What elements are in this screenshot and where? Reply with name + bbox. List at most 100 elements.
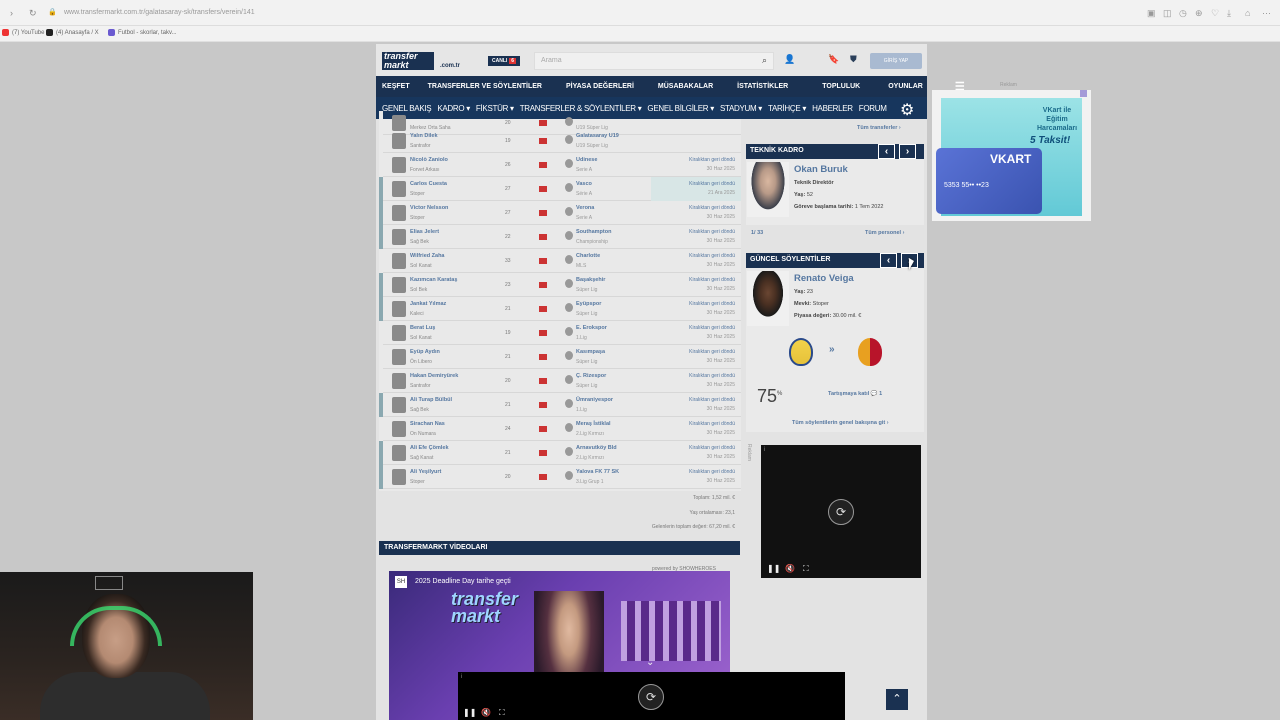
transfer-status[interactable]: Kiralıktan geri döndü xyxy=(689,277,735,283)
player-name[interactable]: Wilfried Zaha xyxy=(410,253,444,259)
table-row[interactable]: Hakan Demiryürek Santrafor 20 Ç. Rizespor Sü… xyxy=(379,369,741,393)
transfer-status[interactable]: Kiralıktan geri döndü xyxy=(689,469,735,475)
favorite-icon[interactable]: ♡ xyxy=(1211,8,1219,19)
player-name[interactable]: Ali Turap Bülbül xyxy=(410,397,452,403)
subnav-history[interactable]: TARİHÇE ▾ xyxy=(768,104,806,113)
transfer-status[interactable]: Kiralıktan geri döndü xyxy=(689,421,735,427)
player-name[interactable]: Kazımcan Karataş xyxy=(410,277,457,283)
transfermarkt-logo[interactable]: transfer markt .com.tr xyxy=(382,52,460,70)
live-button[interactable]: CANLI 6 xyxy=(488,56,521,66)
table-row[interactable]: Ali Yeşilyurt Stoper 20 Yalova FK 77 SK 3.Li… xyxy=(379,465,741,489)
ad-video-player[interactable]: i ⟳ ❚❚ 🔇 ⛶ xyxy=(761,445,921,578)
transfer-status[interactable]: Kiralıktan geri döndü xyxy=(689,205,735,211)
table-row[interactable]: Elias Jelert Sağ Bek 22 Southampton Champion… xyxy=(379,225,741,249)
player-name[interactable]: Ali Efe Çömlek xyxy=(410,445,449,451)
from-club-name[interactable]: Ümraniyespor xyxy=(576,397,613,403)
mute-icon[interactable]: 🔇 xyxy=(481,708,491,717)
reload-icon[interactable]: ↻ xyxy=(29,8,37,19)
from-club-name[interactable]: Ç. Rizespor xyxy=(576,373,606,379)
transfer-status[interactable]: Kiralıktan geri döndü xyxy=(689,157,735,163)
nav-statistics[interactable]: İSTATİSTİKLER xyxy=(737,83,788,90)
forward-icon[interactable]: › xyxy=(10,8,13,18)
from-club-name[interactable]: Udinese xyxy=(576,157,597,163)
from-club-name[interactable]: Kasımpaşa xyxy=(576,349,605,355)
table-row[interactable]: Kazımcan Karataş Sol Bek 23 Başakşehir Süper… xyxy=(379,273,741,297)
coach-name[interactable]: Okan Buruk xyxy=(794,164,848,175)
player-name[interactable]: Eyüp Aydın xyxy=(410,349,440,355)
player-name[interactable]: Carlos Cuesta xyxy=(410,181,447,187)
from-club-name[interactable]: Eyüpspor xyxy=(576,301,601,307)
from-club-name[interactable]: E. Erokspor xyxy=(576,325,607,331)
transfer-status[interactable]: Kiralıktan geri döndü xyxy=(689,181,735,187)
transfer-status[interactable]: Kiralıktan geri döndü xyxy=(689,253,735,259)
site-info-icon[interactable]: 🔒 xyxy=(48,8,57,16)
extensions-icon[interactable]: ⌂ xyxy=(1245,8,1250,18)
transfer-status[interactable]: Kiralıktan geri döndü xyxy=(689,373,735,379)
player-name[interactable]: Elias Jelert xyxy=(410,229,439,235)
table-row[interactable]: Berat Luş Sol Kanat 19 E. Erokspor 1.Lig Kira… xyxy=(379,321,741,345)
sticky-ad-player[interactable]: i ⟳ ❚❚ 🔇 ⛶ xyxy=(458,672,845,720)
from-club-name[interactable]: Southampton xyxy=(576,229,611,235)
info-icon[interactable]: i xyxy=(461,674,462,680)
login-button[interactable]: GİRİŞ YAP xyxy=(870,53,922,69)
transfer-status[interactable]: Kiralıktan geri döndü xyxy=(689,349,735,355)
mute-icon[interactable]: 🔇 xyxy=(785,564,795,573)
extension-icon[interactable]: ◫ xyxy=(1163,8,1172,19)
from-club-name[interactable]: Yalova FK 77 SK xyxy=(576,469,619,475)
transfer-status[interactable]: Kiralıktan geri döndü xyxy=(689,325,735,331)
fullscreen-icon[interactable]: ⛶ xyxy=(803,564,809,574)
from-club-name[interactable]: Vasco xyxy=(576,181,592,187)
table-row[interactable]: Ali Efe Çömlek Sağ Kanat 21 Arnavutköy Bld 2… xyxy=(379,441,741,465)
from-club-name[interactable]: Verona xyxy=(576,205,594,211)
extension-icon[interactable]: ⊕ xyxy=(1195,8,1203,19)
chevron-left-icon[interactable]: ‹ xyxy=(878,144,895,159)
user-icon[interactable]: 👤 xyxy=(784,54,795,65)
arrow-up-icon[interactable]: ⌃ xyxy=(886,689,908,710)
table-row[interactable]: Sirachan Nas On Numara 24 Meraş İstiklal 2.L… xyxy=(379,417,741,441)
extension-icon[interactable]: ◷ xyxy=(1179,8,1187,19)
table-row[interactable]: Ali Turap Bülbül Sağ Bek 21 Ümraniyespor 1.L… xyxy=(379,393,741,417)
table-row[interactable]: Victor Nelsson Stoper 27 Verona Serie A Kiral… xyxy=(379,201,741,225)
from-club-name[interactable]: Başakşehir xyxy=(576,277,605,283)
from-club-name[interactable]: Charlotte xyxy=(576,253,600,259)
transfer-status[interactable]: Kiralıktan geri döndü xyxy=(689,229,735,235)
galatasaray-crest[interactable] xyxy=(858,338,882,366)
pause-icon[interactable]: ❚❚ xyxy=(463,708,476,717)
nav-community[interactable]: TOPLULUK xyxy=(822,83,860,90)
from-club-name[interactable]: Meraş İstiklal xyxy=(576,421,611,427)
discuss-link[interactable]: Tartışmaya katıl 💬 1 xyxy=(828,391,882,397)
villarreal-crest[interactable] xyxy=(789,338,813,366)
shield-icon[interactable]: ⛊ xyxy=(850,54,857,65)
subnav-news[interactable]: HABERLER xyxy=(812,104,853,113)
all-staff-link[interactable]: Tüm personel › xyxy=(865,230,904,236)
player-name[interactable]: Nicolò Zaniolo xyxy=(410,157,448,163)
extension-icon[interactable]: ▣ xyxy=(1147,8,1156,19)
vkart-advertisement[interactable]: VKart ile Eğitim Harcamaları 5 Taksit! V… xyxy=(932,90,1091,221)
nav-discover[interactable]: KEŞFET xyxy=(382,83,410,90)
table-row[interactable]: Yalın Dilek Santrafor 19 Galatasaray U19 U19… xyxy=(379,129,741,153)
table-row[interactable]: Nicolò Zaniolo Forvet Arkası 26 Udinese Seri… xyxy=(379,153,741,177)
player-name[interactable]: Sirachan Nas xyxy=(410,421,445,427)
player-name[interactable]: Jankat Yılmaz xyxy=(410,301,446,307)
chevron-down-icon[interactable]: ⌄ xyxy=(646,657,654,668)
all-rumours-link[interactable]: Tüm söylentilerin genel bakışına git › xyxy=(792,420,889,426)
bookmark-football[interactable]: Futbol - skorlar, takv... xyxy=(108,29,177,36)
player-name[interactable]: Ali Yeşilyurt xyxy=(410,469,441,475)
replay-icon[interactable]: ⟳ xyxy=(638,684,664,710)
nav-games[interactable]: OYUNLAR xyxy=(888,83,923,90)
transfer-status[interactable]: Kiralıktan geri döndü xyxy=(689,301,735,307)
menu-icon[interactable]: ⋯ xyxy=(1262,8,1271,19)
player-name[interactable]: Berat Luş xyxy=(410,325,435,331)
transfer-status[interactable]: Kiralıktan geri döndü xyxy=(689,397,735,403)
gear-icon[interactable]: ⚙ xyxy=(900,100,914,120)
from-club-name[interactable]: Arnavutköy Bld xyxy=(576,445,617,451)
fullscreen-icon[interactable]: ⛶ xyxy=(499,708,505,718)
chevron-right-icon[interactable]: › xyxy=(899,144,916,159)
from-club-name[interactable]: Galatasaray U19 xyxy=(576,133,619,139)
bookmark-youtube[interactable]: (7) YouTube xyxy=(2,29,44,36)
address-bar[interactable]: www.transfermarkt.com.tr/galatasaray-sk/… xyxy=(64,9,255,16)
bookmark-x[interactable]: (4) Anasayfa / X xyxy=(46,29,99,36)
nav-competitions[interactable]: MÜSABAKALAR xyxy=(658,83,713,90)
chevron-left-icon[interactable]: ‹ xyxy=(880,253,897,268)
replay-icon[interactable]: ⟳ xyxy=(828,499,854,525)
